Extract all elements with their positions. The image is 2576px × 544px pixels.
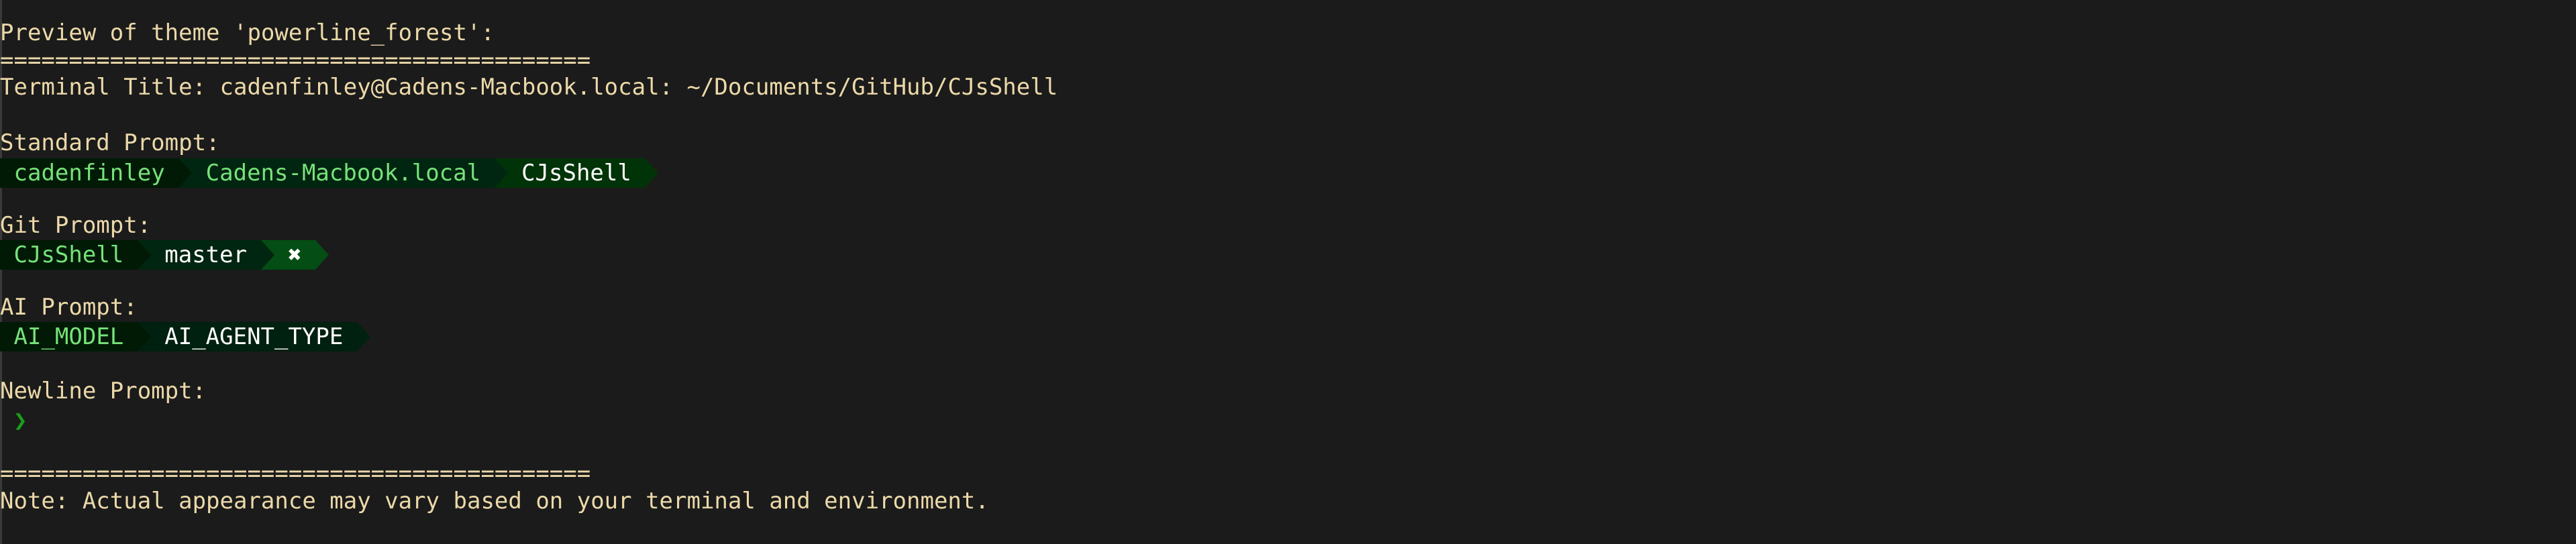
separator-wrap [494, 158, 508, 188]
powerline-separator-icon [315, 240, 329, 270]
prompt-segment: AI_MODEL [0, 322, 138, 351]
separator-wrap [356, 322, 370, 351]
prompt-segment: ✖ [274, 240, 316, 270]
git-prompt-label: Git Prompt: [0, 212, 152, 239]
separator-bottom: ========================================… [0, 460, 591, 487]
newline-prompt-arrow-icon: ❯ [13, 407, 28, 434]
terminal-title: Terminal Title: cadenfinley@Cadens-Macbo… [0, 74, 1058, 101]
separator-wrap [645, 158, 659, 188]
prompt-segment: CJsShell [0, 240, 138, 270]
newline-prompt-label: Newline Prompt: [0, 378, 207, 404]
separator-top: ========================================… [0, 47, 591, 74]
separator-wrap [315, 240, 329, 270]
prompt-segment: AI_AGENT_TYPE [150, 322, 357, 351]
ai-prompt: AI_MODEL AI_AGENT_TYPE [0, 322, 370, 351]
separator-wrap [137, 240, 151, 270]
standard-prompt: cadenfinley Cadens-Macbook.local CJsShell [0, 158, 659, 188]
powerline-separator-icon [356, 322, 370, 351]
separator-wrap [137, 322, 151, 351]
powerline-separator-icon [137, 322, 151, 351]
powerline-separator-icon [645, 158, 659, 188]
ai-prompt-label: AI Prompt: [0, 294, 138, 321]
powerline-separator-icon [260, 240, 274, 270]
prompt-segment: Cadens-Macbook.local [192, 158, 495, 188]
prompt-segment: CJsShell [507, 158, 646, 188]
powerline-separator-icon [137, 240, 151, 270]
note-text: Note: Actual appearance may vary based o… [0, 488, 989, 514]
prompt-segment: master [150, 240, 261, 270]
powerline-separator-icon [494, 158, 508, 188]
separator-wrap [178, 158, 193, 188]
preview-heading: Preview of theme 'powerline_forest': [0, 19, 495, 46]
prompt-segment: cadenfinley [0, 158, 179, 188]
git-prompt: CJsShell master ✖ [0, 240, 329, 270]
separator-wrap [260, 240, 274, 270]
powerline-separator-icon [178, 158, 193, 188]
standard-prompt-label: Standard Prompt: [0, 129, 220, 156]
